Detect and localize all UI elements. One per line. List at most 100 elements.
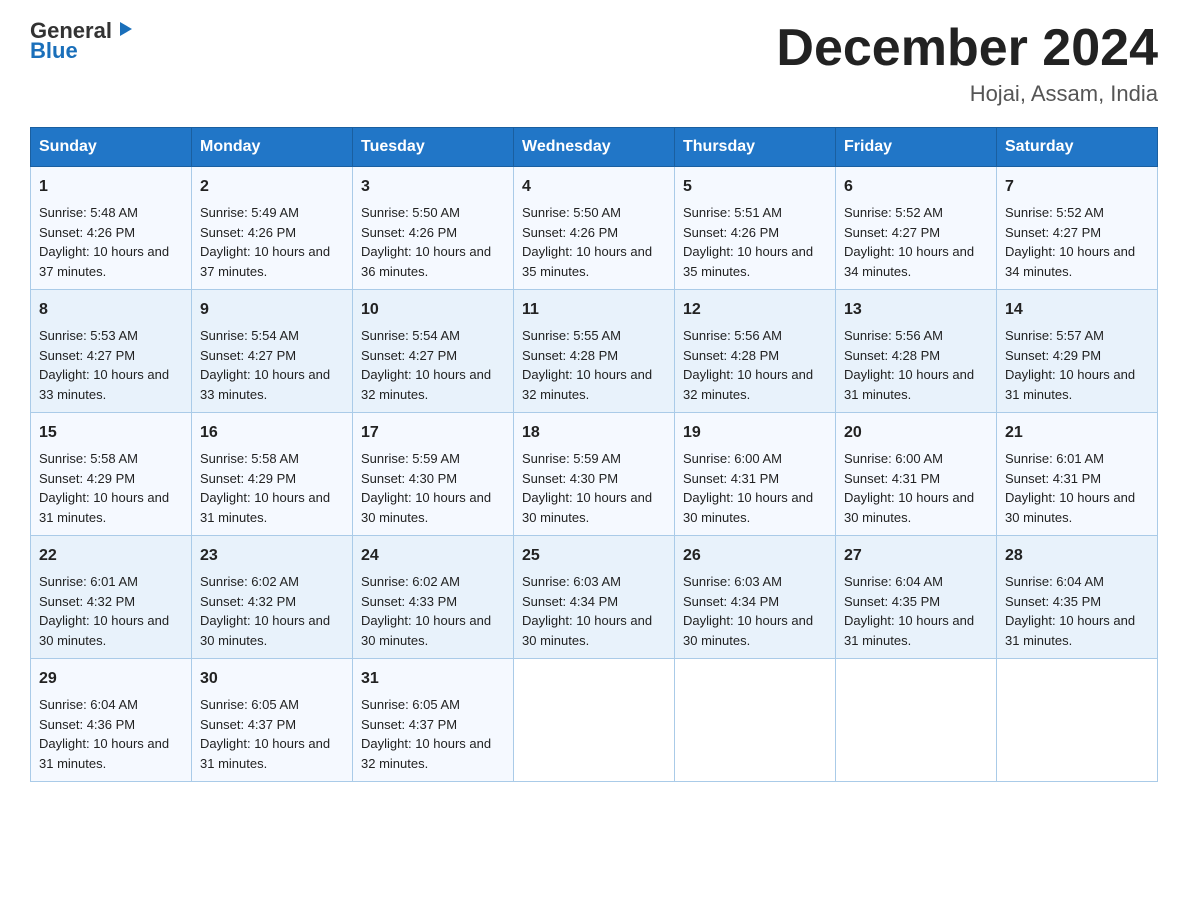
header-sunday: Sunday [31, 128, 192, 167]
calendar-cell: 2 Sunrise: 5:49 AMSunset: 4:26 PMDayligh… [192, 167, 353, 290]
calendar-cell: 23 Sunrise: 6:02 AMSunset: 4:32 PMDaylig… [192, 536, 353, 659]
day-number: 27 [844, 544, 988, 568]
calendar-table: Sunday Monday Tuesday Wednesday Thursday… [30, 127, 1158, 782]
calendar-cell [514, 659, 675, 782]
day-info: Sunrise: 6:00 AMSunset: 4:31 PMDaylight:… [844, 451, 974, 525]
calendar-cell: 17 Sunrise: 5:59 AMSunset: 4:30 PMDaylig… [353, 413, 514, 536]
day-number: 28 [1005, 544, 1149, 568]
calendar-cell: 11 Sunrise: 5:55 AMSunset: 4:28 PMDaylig… [514, 290, 675, 413]
calendar-cell: 21 Sunrise: 6:01 AMSunset: 4:31 PMDaylig… [997, 413, 1158, 536]
day-info: Sunrise: 5:58 AMSunset: 4:29 PMDaylight:… [200, 451, 330, 525]
day-info: Sunrise: 6:04 AMSunset: 4:36 PMDaylight:… [39, 697, 169, 771]
calendar-week-row: 29 Sunrise: 6:04 AMSunset: 4:36 PMDaylig… [31, 659, 1158, 782]
day-number: 17 [361, 421, 505, 445]
day-info: Sunrise: 6:03 AMSunset: 4:34 PMDaylight:… [522, 574, 652, 648]
calendar-cell: 19 Sunrise: 6:00 AMSunset: 4:31 PMDaylig… [675, 413, 836, 536]
day-info: Sunrise: 5:59 AMSunset: 4:30 PMDaylight:… [361, 451, 491, 525]
day-info: Sunrise: 5:56 AMSunset: 4:28 PMDaylight:… [844, 328, 974, 402]
day-number: 5 [683, 175, 827, 199]
calendar-cell: 29 Sunrise: 6:04 AMSunset: 4:36 PMDaylig… [31, 659, 192, 782]
day-info: Sunrise: 6:02 AMSunset: 4:33 PMDaylight:… [361, 574, 491, 648]
day-number: 10 [361, 298, 505, 322]
day-info: Sunrise: 5:57 AMSunset: 4:29 PMDaylight:… [1005, 328, 1135, 402]
day-number: 6 [844, 175, 988, 199]
day-number: 13 [844, 298, 988, 322]
calendar-cell: 5 Sunrise: 5:51 AMSunset: 4:26 PMDayligh… [675, 167, 836, 290]
header-wednesday: Wednesday [514, 128, 675, 167]
calendar-cell: 8 Sunrise: 5:53 AMSunset: 4:27 PMDayligh… [31, 290, 192, 413]
calendar-cell: 27 Sunrise: 6:04 AMSunset: 4:35 PMDaylig… [836, 536, 997, 659]
calendar-cell: 4 Sunrise: 5:50 AMSunset: 4:26 PMDayligh… [514, 167, 675, 290]
day-number: 4 [522, 175, 666, 199]
day-number: 9 [200, 298, 344, 322]
calendar-cell: 24 Sunrise: 6:02 AMSunset: 4:33 PMDaylig… [353, 536, 514, 659]
day-number: 8 [39, 298, 183, 322]
calendar-cell: 20 Sunrise: 6:00 AMSunset: 4:31 PMDaylig… [836, 413, 997, 536]
header-saturday: Saturday [997, 128, 1158, 167]
calendar-week-row: 15 Sunrise: 5:58 AMSunset: 4:29 PMDaylig… [31, 413, 1158, 536]
calendar-cell: 22 Sunrise: 6:01 AMSunset: 4:32 PMDaylig… [31, 536, 192, 659]
calendar-cell: 28 Sunrise: 6:04 AMSunset: 4:35 PMDaylig… [997, 536, 1158, 659]
calendar-week-row: 22 Sunrise: 6:01 AMSunset: 4:32 PMDaylig… [31, 536, 1158, 659]
calendar-cell: 13 Sunrise: 5:56 AMSunset: 4:28 PMDaylig… [836, 290, 997, 413]
logo: General Blue [30, 20, 136, 64]
location-title: Hojai, Assam, India [776, 81, 1158, 107]
calendar-cell: 6 Sunrise: 5:52 AMSunset: 4:27 PMDayligh… [836, 167, 997, 290]
header-thursday: Thursday [675, 128, 836, 167]
header-friday: Friday [836, 128, 997, 167]
calendar-cell: 26 Sunrise: 6:03 AMSunset: 4:34 PMDaylig… [675, 536, 836, 659]
day-number: 14 [1005, 298, 1149, 322]
day-number: 11 [522, 298, 666, 322]
day-number: 25 [522, 544, 666, 568]
calendar-cell: 7 Sunrise: 5:52 AMSunset: 4:27 PMDayligh… [997, 167, 1158, 290]
day-info: Sunrise: 5:50 AMSunset: 4:26 PMDaylight:… [522, 205, 652, 279]
calendar-cell [675, 659, 836, 782]
page-header: General Blue December 2024 Hojai, Assam,… [30, 20, 1158, 107]
calendar-cell: 9 Sunrise: 5:54 AMSunset: 4:27 PMDayligh… [192, 290, 353, 413]
day-info: Sunrise: 5:55 AMSunset: 4:28 PMDaylight:… [522, 328, 652, 402]
day-info: Sunrise: 5:59 AMSunset: 4:30 PMDaylight:… [522, 451, 652, 525]
day-info: Sunrise: 5:56 AMSunset: 4:28 PMDaylight:… [683, 328, 813, 402]
day-number: 2 [200, 175, 344, 199]
day-info: Sunrise: 5:50 AMSunset: 4:26 PMDaylight:… [361, 205, 491, 279]
day-number: 19 [683, 421, 827, 445]
day-number: 29 [39, 667, 183, 691]
day-number: 15 [39, 421, 183, 445]
day-number: 18 [522, 421, 666, 445]
day-info: Sunrise: 6:03 AMSunset: 4:34 PMDaylight:… [683, 574, 813, 648]
header-monday: Monday [192, 128, 353, 167]
calendar-cell [997, 659, 1158, 782]
day-number: 20 [844, 421, 988, 445]
calendar-cell: 18 Sunrise: 5:59 AMSunset: 4:30 PMDaylig… [514, 413, 675, 536]
day-number: 3 [361, 175, 505, 199]
day-info: Sunrise: 6:04 AMSunset: 4:35 PMDaylight:… [1005, 574, 1135, 648]
day-number: 31 [361, 667, 505, 691]
day-info: Sunrise: 5:58 AMSunset: 4:29 PMDaylight:… [39, 451, 169, 525]
day-number: 16 [200, 421, 344, 445]
calendar-week-row: 8 Sunrise: 5:53 AMSunset: 4:27 PMDayligh… [31, 290, 1158, 413]
day-info: Sunrise: 5:53 AMSunset: 4:27 PMDaylight:… [39, 328, 169, 402]
day-info: Sunrise: 5:49 AMSunset: 4:26 PMDaylight:… [200, 205, 330, 279]
day-info: Sunrise: 5:48 AMSunset: 4:26 PMDaylight:… [39, 205, 169, 279]
calendar-week-row: 1 Sunrise: 5:48 AMSunset: 4:26 PMDayligh… [31, 167, 1158, 290]
day-number: 30 [200, 667, 344, 691]
day-number: 7 [1005, 175, 1149, 199]
calendar-cell: 15 Sunrise: 5:58 AMSunset: 4:29 PMDaylig… [31, 413, 192, 536]
day-info: Sunrise: 5:52 AMSunset: 4:27 PMDaylight:… [844, 205, 974, 279]
day-number: 1 [39, 175, 183, 199]
month-title: December 2024 [776, 20, 1158, 77]
day-number: 22 [39, 544, 183, 568]
day-info: Sunrise: 6:02 AMSunset: 4:32 PMDaylight:… [200, 574, 330, 648]
day-info: Sunrise: 5:54 AMSunset: 4:27 PMDaylight:… [361, 328, 491, 402]
calendar-cell: 1 Sunrise: 5:48 AMSunset: 4:26 PMDayligh… [31, 167, 192, 290]
calendar-body: 1 Sunrise: 5:48 AMSunset: 4:26 PMDayligh… [31, 167, 1158, 782]
day-info: Sunrise: 6:05 AMSunset: 4:37 PMDaylight:… [361, 697, 491, 771]
calendar-cell: 12 Sunrise: 5:56 AMSunset: 4:28 PMDaylig… [675, 290, 836, 413]
title-area: December 2024 Hojai, Assam, India [776, 20, 1158, 107]
calendar-cell [836, 659, 997, 782]
header-tuesday: Tuesday [353, 128, 514, 167]
calendar-cell: 10 Sunrise: 5:54 AMSunset: 4:27 PMDaylig… [353, 290, 514, 413]
logo-blue: Blue [30, 38, 78, 64]
day-info: Sunrise: 6:01 AMSunset: 4:32 PMDaylight:… [39, 574, 169, 648]
calendar-cell: 30 Sunrise: 6:05 AMSunset: 4:37 PMDaylig… [192, 659, 353, 782]
